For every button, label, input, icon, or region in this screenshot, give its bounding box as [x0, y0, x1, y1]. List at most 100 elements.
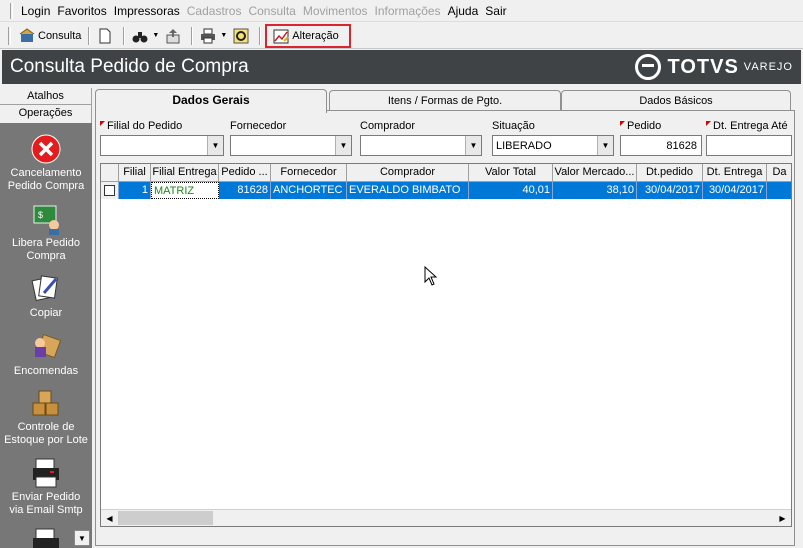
- preview-button[interactable]: [230, 25, 255, 47]
- tab-strip: Dados Gerais Itens / Formas de Pgto. Dad…: [95, 89, 795, 113]
- cell-pedido[interactable]: 81628: [219, 182, 271, 199]
- column-header-da[interactable]: Da: [767, 164, 791, 182]
- filter-filial-pedido: Filial do Pedido ▼: [100, 119, 224, 156]
- menu-impressoras[interactable]: Impressoras: [114, 4, 180, 18]
- email-printer-icon: [33, 458, 59, 488]
- cell-filial-entrega[interactable]: MATRIZ: [151, 182, 219, 199]
- situacao-combo[interactable]: LIBERADO ▼: [492, 135, 614, 156]
- fornecedor-combo[interactable]: ▼: [230, 135, 352, 156]
- alteracao-button[interactable]: Alteração: [265, 23, 351, 48]
- fornecedor-label: Fornecedor: [230, 120, 287, 132]
- column-header-valor-total[interactable]: Valor Total: [469, 164, 553, 182]
- menu-favoritos[interactable]: Favoritos: [57, 4, 106, 18]
- cell-dt-pedido[interactable]: 30/04/2017: [637, 182, 703, 199]
- printer-icon: [201, 28, 216, 43]
- column-header-valor-mercado[interactable]: Valor Mercado...: [553, 164, 637, 182]
- sidebar-item-label: Cancelamento Pedido Compra: [7, 167, 85, 192]
- checkbox[interactable]: ✔: [104, 185, 115, 196]
- main-content: Dados Gerais Itens / Formas de Pgto. Dad…: [95, 88, 801, 546]
- search-binoculars-icon: [19, 27, 35, 42]
- export-icon: [166, 28, 180, 43]
- scroll-right-icon[interactable]: ▶: [774, 510, 791, 526]
- column-header-dt-pedido[interactable]: Dt.pedido: [637, 164, 703, 182]
- filter-comprador: Comprador ▼: [360, 119, 482, 156]
- situacao-label: Situação: [492, 120, 535, 132]
- sidebar-item-copiar[interactable]: Copiar: [0, 273, 92, 320]
- sidebar-tab-atalhos[interactable]: Atalhos: [0, 88, 91, 104]
- cell-dt-entrega[interactable]: 30/04/2017: [703, 182, 767, 199]
- chevron-down-icon[interactable]: ▼: [465, 136, 481, 155]
- menu-movimentos: Movimentos: [302, 3, 368, 18]
- grid-header-check: [101, 164, 119, 182]
- comprador-combo[interactable]: ▼: [360, 135, 482, 156]
- pedido-input[interactable]: 81628: [620, 135, 702, 156]
- export-button[interactable]: [162, 25, 187, 47]
- cell-da[interactable]: [767, 182, 791, 199]
- scroll-thumb[interactable]: [118, 511, 213, 525]
- sidebar-item-label: Copiar: [29, 307, 63, 319]
- copy-icon: [31, 275, 58, 302]
- sidebar-scroll-down-button[interactable]: ▼: [74, 530, 90, 546]
- scroll-left-icon[interactable]: ◀: [101, 510, 118, 526]
- tab-itens-formas-pgto[interactable]: Itens / Formas de Pgto.: [329, 90, 561, 112]
- horizontal-scrollbar[interactable]: ◀ ▶: [101, 509, 791, 526]
- find-button[interactable]: ▼: [129, 25, 162, 47]
- cell-filial[interactable]: 1: [119, 182, 151, 199]
- toolbar-separator: [123, 26, 126, 45]
- orders-grid: Filial Filial Entrega Pedido ... Fornece…: [100, 163, 792, 527]
- dt-entrega-label: Dt. Entrega Até: [713, 120, 788, 132]
- binoculars-icon: [132, 31, 148, 42]
- cell-comprador[interactable]: EVERALDO BIMBATO: [347, 182, 469, 199]
- brand-subtitle: VAREJO: [743, 61, 793, 73]
- orders-icon: [35, 333, 62, 359]
- toolbar-separator: [88, 26, 91, 45]
- stock-boxes-icon: [32, 390, 59, 416]
- column-header-fornecedor[interactable]: Fornecedor: [271, 164, 347, 182]
- menu-sair[interactable]: Sair: [485, 4, 506, 18]
- sidebar-item-libera-pedido[interactable]: $ Libera Pedido Compra: [0, 203, 92, 263]
- toolbar-separator: [191, 26, 194, 45]
- cell-valor-mercado[interactable]: 38,10: [553, 182, 637, 199]
- preview-icon: [233, 28, 249, 43]
- cell-valor-total[interactable]: 40,01: [469, 182, 553, 199]
- filial-pedido-combo[interactable]: ▼: [100, 135, 224, 156]
- filter-label: Filial do Pedido: [100, 119, 224, 133]
- tab-dados-gerais[interactable]: Dados Gerais: [95, 89, 327, 113]
- tab-dados-basicos[interactable]: Dados Básicos: [561, 90, 791, 112]
- print-button[interactable]: ▼: [197, 25, 230, 47]
- operations-panel: Cancelamento Pedido Compra $ Libera Pedi…: [0, 123, 92, 548]
- chevron-down-icon[interactable]: ▼: [335, 136, 351, 155]
- consulta-label: Consulta: [38, 29, 82, 42]
- sidebar-item-enviar-pedido[interactable]: Enviar Pedido via Email Smtp: [0, 457, 92, 517]
- filter-label: Dt. Entrega Até: [706, 119, 792, 133]
- sidebar-item-label: Controle de Estoque por Lote: [4, 421, 88, 446]
- row-check-cell[interactable]: ✔: [101, 182, 119, 199]
- grid-header: Filial Filial Entrega Pedido ... Fornece…: [101, 164, 791, 182]
- sidebar-item-encomendas[interactable]: Encomendas: [0, 331, 92, 378]
- column-header-pedido[interactable]: Pedido ...: [219, 164, 271, 182]
- toolbar: Consulta ▼ ▼ Alteração: [0, 23, 803, 49]
- sidebar-tab-operacoes[interactable]: Operações: [0, 104, 91, 120]
- edit-chart-icon: [273, 29, 290, 43]
- column-header-filial[interactable]: Filial: [119, 164, 151, 182]
- sidebar-item-cancelamento[interactable]: Cancelamento Pedido Compra: [0, 133, 92, 193]
- consulta-button[interactable]: Consulta: [16, 25, 84, 47]
- menu-login[interactable]: Login: [21, 4, 50, 18]
- totvs-logo: TOTVS VAREJO: [635, 54, 793, 80]
- mouse-pointer-icon: [424, 266, 438, 286]
- filter-situacao: Situação LIBERADO ▼: [492, 119, 614, 156]
- dt-entrega-input[interactable]: [706, 135, 792, 156]
- table-row[interactable]: ✔ 1 MATRIZ 81628 ANCHORTEC EVERALDO BIMB…: [101, 182, 791, 199]
- cell-fornecedor[interactable]: ANCHORTEC: [271, 182, 347, 199]
- sidebar-item-label: Libera Pedido Compra: [12, 237, 80, 262]
- chevron-down-icon[interactable]: ▼: [207, 136, 223, 155]
- column-header-dt-entrega[interactable]: Dt. Entrega: [703, 164, 767, 182]
- column-header-comprador[interactable]: Comprador: [347, 164, 469, 182]
- combo-value: LIBERADO: [496, 139, 552, 152]
- column-header-filial-entrega[interactable]: Filial Entrega: [151, 164, 219, 182]
- chevron-down-icon[interactable]: ▼: [597, 136, 613, 155]
- sidebar-item-controle-estoque[interactable]: Controle de Estoque por Lote: [0, 387, 92, 447]
- menu-ajuda[interactable]: Ajuda: [448, 4, 479, 18]
- new-document-button[interactable]: [94, 25, 119, 47]
- chevron-down-icon: ▼: [152, 32, 160, 39]
